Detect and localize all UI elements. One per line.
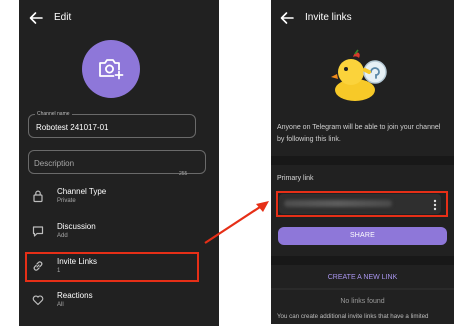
pointer-arrow-icon xyxy=(204,201,269,244)
